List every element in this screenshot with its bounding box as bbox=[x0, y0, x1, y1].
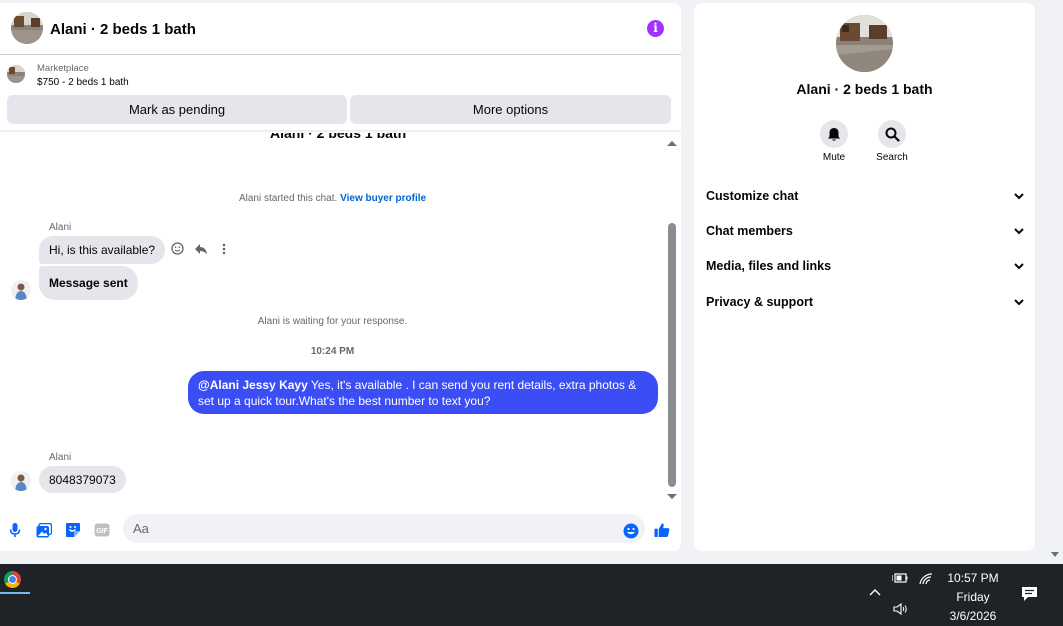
chat-members-row[interactable]: Chat members bbox=[706, 221, 1024, 241]
chat-title[interactable]: Alani · 2 beds 1 bath bbox=[50, 21, 196, 38]
message-list[interactable]: Alani · 2 beds 1 bath Alani started this… bbox=[0, 133, 665, 503]
info-title: Alani · 2 beds 1 bath bbox=[796, 81, 933, 97]
scrolled-title: Alani · 2 beds 1 bath bbox=[270, 133, 407, 141]
chevron-down-icon bbox=[1014, 227, 1024, 234]
section-label: Chat members bbox=[706, 224, 793, 238]
listing-price: $750 - 2 beds 1 bath bbox=[37, 77, 129, 88]
section-label: Privacy & support bbox=[706, 295, 813, 309]
section-label: Media, files and links bbox=[706, 259, 832, 273]
scroll-thumb[interactable] bbox=[668, 223, 676, 487]
view-buyer-profile-link[interactable]: View buyer profile bbox=[340, 193, 426, 204]
info-icon[interactable]: i bbox=[647, 20, 664, 37]
waiting-notice: Alani is waiting for your response. bbox=[257, 316, 408, 327]
clock-time: 10:57 PM bbox=[947, 571, 999, 585]
section-label: Customize chat bbox=[706, 189, 799, 203]
scroll-up-arrow[interactable] bbox=[667, 141, 677, 146]
volume-icon[interactable] bbox=[893, 603, 909, 615]
wifi-icon[interactable] bbox=[919, 573, 933, 585]
chrome-icon[interactable] bbox=[4, 571, 21, 588]
chat-panel: Alani · 2 beds 1 bath i Marketplace $750… bbox=[0, 3, 681, 551]
mark-as-pending-button[interactable]: Mark as pending bbox=[7, 95, 347, 124]
page-scroll-down-arrow[interactable] bbox=[1051, 552, 1059, 557]
composer: GIF Aa bbox=[0, 513, 681, 549]
more-vertical-icon[interactable] bbox=[216, 241, 231, 256]
microphone-icon[interactable] bbox=[7, 522, 23, 538]
listing-source: Marketplace bbox=[37, 63, 89, 74]
listing-thumbnail bbox=[7, 65, 25, 83]
sticker-icon[interactable] bbox=[65, 522, 81, 538]
sender-avatar[interactable] bbox=[11, 280, 31, 300]
media-files-links-row[interactable]: Media, files and links bbox=[706, 256, 1024, 276]
chat-header: Alani · 2 beds 1 bath i bbox=[0, 3, 681, 55]
system-clock[interactable]: 10:57 PM Friday 3/6/2026 bbox=[940, 569, 1006, 626]
bell-icon bbox=[828, 127, 840, 141]
battery-icon[interactable] bbox=[892, 572, 908, 584]
react-icon[interactable] bbox=[170, 241, 185, 256]
chat-started-text: Alani started this chat. bbox=[238, 193, 338, 204]
clock-day: Friday bbox=[956, 590, 990, 604]
page-scrollbar[interactable] bbox=[1050, 0, 1063, 564]
svg-text:GIF: GIF bbox=[96, 528, 108, 535]
scroll-down-arrow[interactable] bbox=[667, 494, 677, 499]
windows-taskbar: 10:57 PM Friday 3/6/2026 bbox=[0, 564, 1063, 626]
chevron-down-icon bbox=[1014, 192, 1024, 199]
mute-button[interactable] bbox=[820, 120, 848, 148]
chevron-down-icon bbox=[1014, 262, 1024, 269]
gif-icon[interactable]: GIF bbox=[94, 522, 110, 538]
privacy-support-row[interactable]: Privacy & support bbox=[706, 292, 1024, 312]
incoming-message[interactable]: Hi, is this available? bbox=[39, 236, 166, 264]
chat-started-notice: Alani started this chat. View buyer prof… bbox=[0, 193, 665, 204]
more-options-button[interactable]: More options bbox=[350, 95, 671, 124]
listing-avatar-large[interactable] bbox=[836, 15, 893, 72]
notification-icon[interactable] bbox=[1021, 586, 1038, 602]
mention[interactable]: @Alani Jessy Kayy bbox=[198, 378, 308, 392]
thumbs-up-icon[interactable] bbox=[654, 522, 670, 538]
search-icon bbox=[885, 127, 900, 142]
chat-info-panel: Alani · 2 beds 1 bath Mute Search Custom… bbox=[694, 3, 1035, 551]
listing-avatar[interactable] bbox=[11, 12, 43, 44]
listing-row[interactable]: Marketplace $750 - 2 beds 1 bath bbox=[0, 57, 681, 91]
clock-date: 3/6/2026 bbox=[949, 609, 997, 623]
incoming-message[interactable]: 8048379073 bbox=[39, 466, 126, 493]
active-app-indicator bbox=[0, 592, 30, 594]
chevron-down-icon bbox=[1014, 298, 1024, 305]
message-actions bbox=[170, 241, 231, 256]
message-scrollbar[interactable] bbox=[666, 137, 678, 503]
sender-name: Alani bbox=[49, 222, 72, 233]
photo-icon[interactable] bbox=[36, 522, 52, 538]
incoming-message[interactable]: Message sent bbox=[39, 266, 138, 300]
sender-avatar[interactable] bbox=[11, 471, 31, 491]
search-label: Search bbox=[876, 152, 908, 163]
outgoing-message[interactable]: @Alani Jessy Kayy Yes, it's available . … bbox=[188, 371, 658, 414]
search-button[interactable] bbox=[878, 120, 906, 148]
sender-name: Alani bbox=[49, 452, 72, 463]
customize-chat-row[interactable]: Customize chat bbox=[706, 186, 1024, 206]
emoji-icon[interactable] bbox=[623, 523, 639, 539]
mute-label: Mute bbox=[822, 152, 846, 163]
message-timestamp: 10:24 PM bbox=[310, 346, 355, 357]
chevron-up-icon[interactable] bbox=[869, 588, 881, 596]
reply-icon[interactable] bbox=[193, 241, 208, 256]
message-input[interactable]: Aa bbox=[123, 514, 645, 543]
